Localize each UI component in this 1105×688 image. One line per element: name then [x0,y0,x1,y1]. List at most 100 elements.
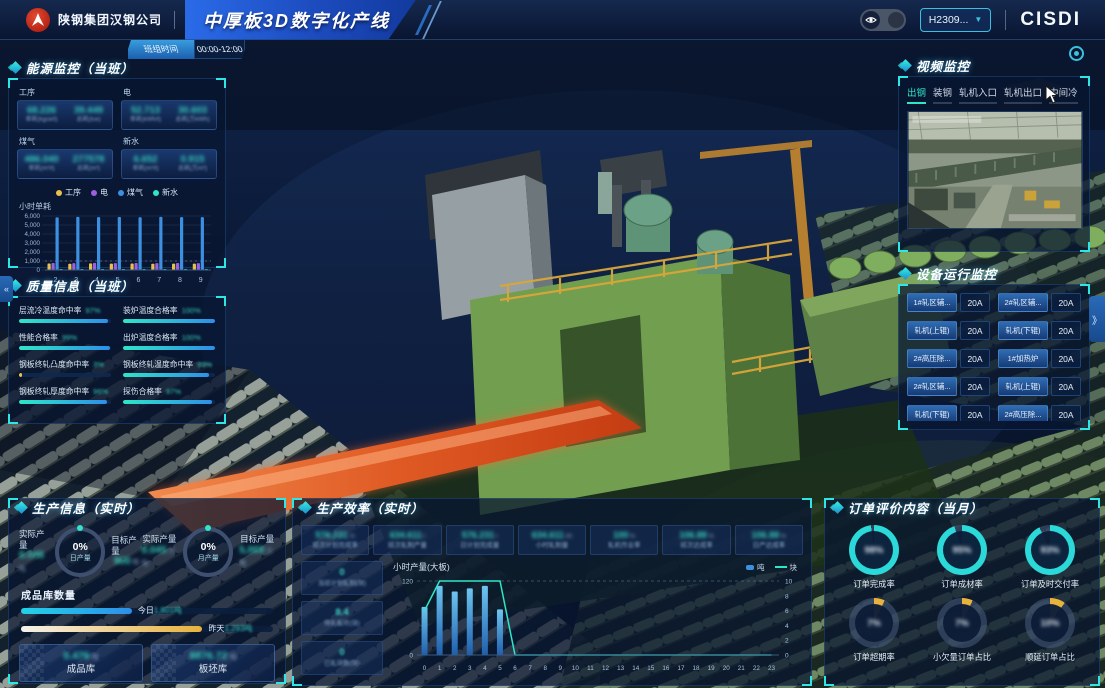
video-tab-0[interactable]: 出钢 [907,85,926,104]
quality-value: 99% [62,333,77,342]
svg-text:9: 9 [199,277,203,284]
efficiency-stat-label: 日产达成率 [753,542,786,550]
device-row: 2#高压除...20A [907,349,990,368]
efficiency-stat: 106.88 %日产达成率 [735,525,803,555]
device-value: 20A [960,321,990,340]
legend-item: 吨 [746,562,765,573]
order-gauge-unit: 7% 小欠量订单占比 [933,598,991,663]
side-stat-value: 0 [339,647,344,659]
energy-card: 煤气486.040单耗(m³/t)277578总耗(m³) [17,136,113,179]
visibility-toggle[interactable] [860,9,906,31]
svg-text:17: 17 [677,665,685,672]
divider [1005,10,1006,30]
view-select[interactable]: H2309... ▼ [920,8,992,32]
topbar: 陕钢集团汉钢公司 中厚板3D数字化产线 H2309... ▼ CISDI [0,0,1105,40]
legend-item: 煤气 [118,187,143,198]
efficiency-stat-value: 100 % [613,530,635,542]
panel-title-orders: 订单评价内容（当月） [848,498,983,517]
quality-value: 97% [85,306,100,315]
video-tab-2[interactable]: 轧机入口 [959,85,997,104]
device-label: 轧机(下辊) [907,405,957,421]
device-label: 1#轧区辅... [907,293,957,312]
quality-bar [123,373,209,377]
panel-icon [299,501,312,514]
cctv-frame[interactable] [907,111,1083,229]
inventory-box-value: 8876.72 吨 [190,650,237,664]
quality-items: 层流冷温度命中率97%装炉温度合格率100%性能合格率99%出炉温度合格率100… [19,305,215,404]
panel-orders: 订单评价内容（当月） 98%订单完成率95%订单成材率93%订单及时交付率7%订… [824,498,1100,686]
legend-label: 电 [100,187,108,198]
quality-item: 钢板终轧温度命中率93% [123,359,215,377]
video-tab-4[interactable]: 中间冷 [1049,85,1078,104]
order-gauge-label: 顺延订单占比 [1025,651,1075,663]
donut-label: 日产量 [70,553,91,563]
toggle-knob [888,12,904,28]
corner-br [276,674,286,684]
order-gauge-label: 小欠量订单占比 [933,651,991,663]
svg-text:10: 10 [572,665,580,672]
legend-label: 煤气 [127,187,143,198]
order-gauge: 98% [849,525,899,575]
quality-label: 钢板终轧温度命中率 [123,359,193,370]
efficiency-stat: 106.88 %班次达成率 [662,525,730,555]
corner-tr [216,78,226,88]
device-row: 1#轧区辅...20A [907,293,990,312]
efficiency-stat-value: 634.611 t [390,530,425,542]
panel-icon [831,501,844,514]
efficiency-side-stats: 0 当班计划轧制(块) 8.4待轧板坯(块) 0已轧块数(块) [301,561,383,682]
svg-text:13: 13 [617,665,625,672]
panel-icon [899,59,912,72]
inventory-bar: 今日1,801吨 [21,608,273,614]
inventory-box-value: 0.476 吨 [63,650,98,664]
video-tab-3[interactable]: 轧机出口 [1004,85,1042,104]
svg-text:120: 120 [402,578,413,585]
efficiency-stat-label: 日计划完成量 [460,542,499,550]
company-logo-icon [26,8,50,32]
efficiency-stat: 100 %轧机作业率 [590,525,658,555]
actual-output-label: 实际产量 [19,529,49,550]
locate-target-icon[interactable] [1069,46,1084,61]
energy-card-unit: 总耗(万kWh) [176,117,210,124]
collapse-right-handle[interactable]: 》 [1089,296,1105,342]
inventory-box: 8876.72 吨板坯库 [151,644,275,682]
efficiency-side-stat: 8.4待轧板坯(块) [301,601,383,635]
side-stat-label: 当班计划轧制(块) [318,580,366,588]
line-status-row-label: 班组时间 [128,39,194,59]
device-row: 1#加热炉20A [998,349,1081,368]
panel-icon [15,501,28,514]
side-stat-label: 已轧块数(块) [324,660,360,668]
efficiency-stat-label: 班次计划完成率 [312,542,358,550]
device-value: 20A [1051,293,1081,312]
efficiency-side-stat: 0已轧块数(块) [301,641,383,675]
order-gauge-value: 7% [955,618,969,629]
collapse-left-handle[interactable]: « [0,276,13,302]
energy-card: 电52.713单耗(kWh/t)30.603总耗(万kWh) [121,87,217,130]
panel-title-efficiency: 生产效率（实时） [316,498,424,517]
corner-br [216,414,226,424]
svg-text:12: 12 [602,665,610,672]
inventory-title: 成品库数量 [21,587,285,602]
svg-text:8: 8 [178,277,182,284]
order-gauges: 98%订单完成率95%订单成材率93%订单及时交付率7%订单超期率7%小欠量订单… [833,525,1091,663]
energy-card: 工序68.226单耗(kgce/t)39.449总耗(tce) [17,87,113,130]
quality-bar [123,346,215,350]
svg-text:7: 7 [528,665,532,672]
energy-card-name: 工序 [19,87,113,98]
energy-card-name: 电 [123,87,217,98]
production-groups: 实际产量0.045 吨0%日产量目标产量900 吨实际产量0.045 万吨0%月… [19,527,275,577]
device-value: 20A [960,377,990,396]
order-gauge-unit: 95%订单成材率 [937,525,987,590]
order-gauge-unit: 10%顺延订单占比 [1025,598,1075,663]
hourly-chart-title: 小时产量(大板) [393,561,450,573]
device-value: 20A [960,405,990,421]
svg-text:0: 0 [37,267,41,274]
corner-bl [8,674,18,684]
legend-item: 工序 [56,187,81,198]
corner-bl [8,414,18,424]
video-tab-1[interactable]: 装钢 [933,85,952,104]
donut-percent: 0% [201,541,216,553]
quality-bar [19,373,22,377]
quality-label: 装炉温度合格率 [123,305,178,316]
panel-title-video: 视频监控 [916,56,970,75]
energy-legend: 工序电煤气新水 [9,187,225,198]
